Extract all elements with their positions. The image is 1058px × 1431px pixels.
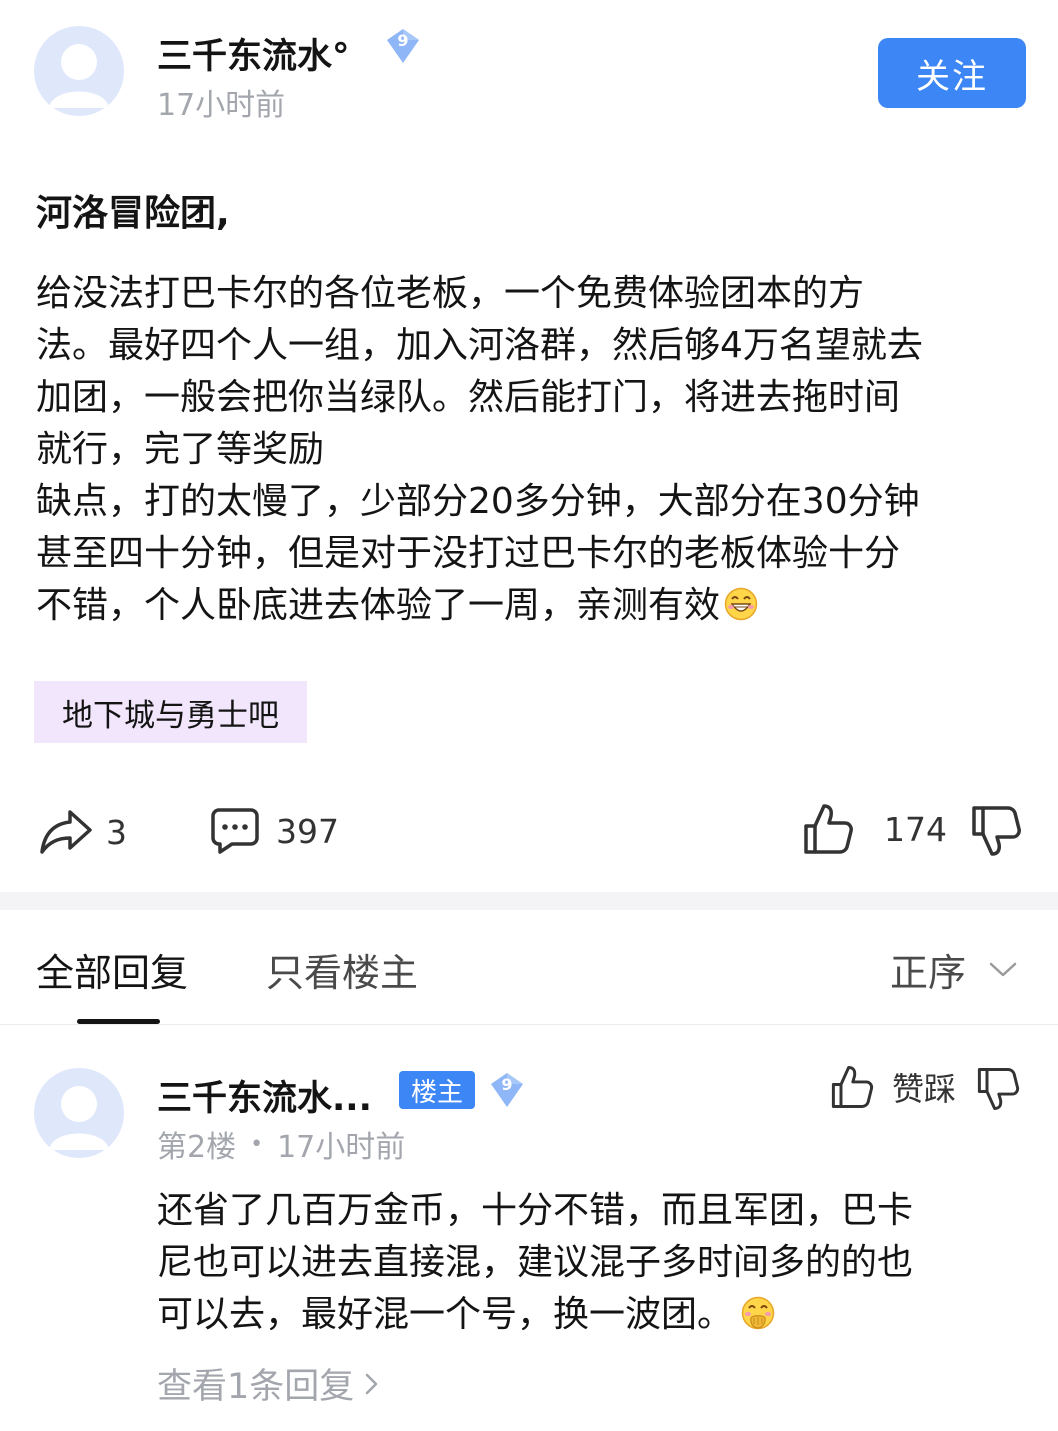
tab-only-op[interactable]: 只看楼主	[266, 942, 418, 997]
post-title: 河洛冒险团,	[36, 193, 230, 234]
chevron-down-icon	[989, 962, 1017, 976]
comment-button[interactable]: 397	[210, 806, 339, 856]
post-time: 17小时前	[157, 88, 286, 123]
follow-button[interactable]: 关注	[878, 38, 1026, 108]
reply-like-button[interactable]: 赞踩	[830, 1064, 956, 1110]
reply-level-number: 9	[501, 1075, 513, 1094]
reply-floor: 第2楼	[157, 1130, 237, 1165]
post-body-line: 给没法打巴卡尔的各位老板，一个免费体验团本的方	[36, 273, 865, 314]
thumbs-up-icon	[804, 804, 853, 854]
dislike-button[interactable]	[970, 804, 1022, 862]
reply-body-line: 还省了几百万金币，十分不错，而且军团，巴卡	[157, 1190, 914, 1231]
avatar-placeholder-icon	[49, 1086, 109, 1150]
reply-body: 还省了几百万金币，十分不错，而且军团，巴卡 尼也可以进去直接混，建议混子多时间多…	[157, 1185, 1017, 1341]
thumbs-down-icon	[977, 1068, 1020, 1110]
view-replies-link[interactable]: 查看1条回复	[157, 1358, 382, 1409]
level-badge: 9	[383, 26, 423, 66]
reply-body-line: 可以去，最好混一个号，换一波团。	[157, 1294, 734, 1335]
giggle-emoji-icon	[741, 1296, 775, 1330]
avatar-placeholder-icon	[49, 44, 109, 108]
chevron-right-icon	[366, 1373, 378, 1394]
post-body-line: 法。最好四个人一组，加入河洛群，然后够4万名望就去	[36, 325, 923, 366]
reply-level-badge: 9	[487, 1070, 527, 1110]
thumbs-up-icon	[831, 1066, 874, 1108]
like-button[interactable]: 174	[802, 802, 947, 856]
share-button[interactable]: 3	[38, 806, 127, 858]
tabs-bottom-border	[0, 1024, 1058, 1025]
share-icon	[40, 810, 92, 854]
forum-tag[interactable]: 地下城与勇士吧	[34, 681, 307, 743]
comment-icon	[211, 808, 259, 854]
comment-count: 397	[276, 811, 339, 851]
reply-author-name[interactable]: 三千东流水...	[157, 1070, 372, 1121]
sort-label: 正序	[890, 951, 967, 995]
section-divider	[0, 892, 1058, 910]
sort-toggle[interactable]: 正序	[890, 942, 1018, 997]
grin-emoji-icon	[724, 587, 758, 621]
reply-like-label: 赞踩	[892, 1070, 957, 1108]
like-count: 174	[884, 809, 947, 849]
reply-meta: 第2楼 • 17小时前	[157, 1122, 405, 1166]
post-body-line: 就行，完了等奖励	[36, 429, 325, 470]
reply-dislike-button[interactable]	[976, 1066, 1020, 1116]
meta-separator: •	[250, 1131, 264, 1157]
tab-all-replies[interactable]: 全部回复	[36, 942, 188, 997]
post-body-line: 甚至四十分钟，但是对于没打过巴卡尔的老板体验十分	[36, 533, 901, 574]
reply-time: 17小时前	[277, 1130, 406, 1165]
post-body-line: 缺点，打的太慢了，少部分20多分钟，大部分在30分钟	[36, 481, 920, 522]
thumbs-down-icon	[972, 806, 1021, 856]
reply-author-avatar[interactable]	[34, 1068, 124, 1158]
reply-body-line: 尼也可以进去直接混，建议混子多时间多的的也	[157, 1242, 914, 1283]
author-name[interactable]: 三千东流水°	[157, 28, 350, 79]
post-body-line-last: 不错，个人卧底进去体验了一周，亲测有效	[36, 580, 1036, 632]
post-body-line: 不错，个人卧底进去体验了一周，亲测有效	[36, 585, 721, 626]
view-replies-label: 查看1条回复	[157, 1367, 355, 1407]
author-avatar[interactable]	[34, 26, 124, 116]
post-body: 给没法打巴卡尔的各位老板，一个免费体验团本的方 法。最好四个人一组，加入河洛群，…	[36, 268, 1036, 632]
reply-body-line-last: 可以去，最好混一个号，换一波团。	[157, 1289, 1017, 1341]
post-body-line: 加团，一般会把你当绿队。然后能打门，将进去拖时间	[36, 377, 901, 418]
op-badge: 楼主	[399, 1071, 476, 1109]
share-count: 3	[106, 812, 127, 852]
level-number: 9	[397, 31, 409, 50]
